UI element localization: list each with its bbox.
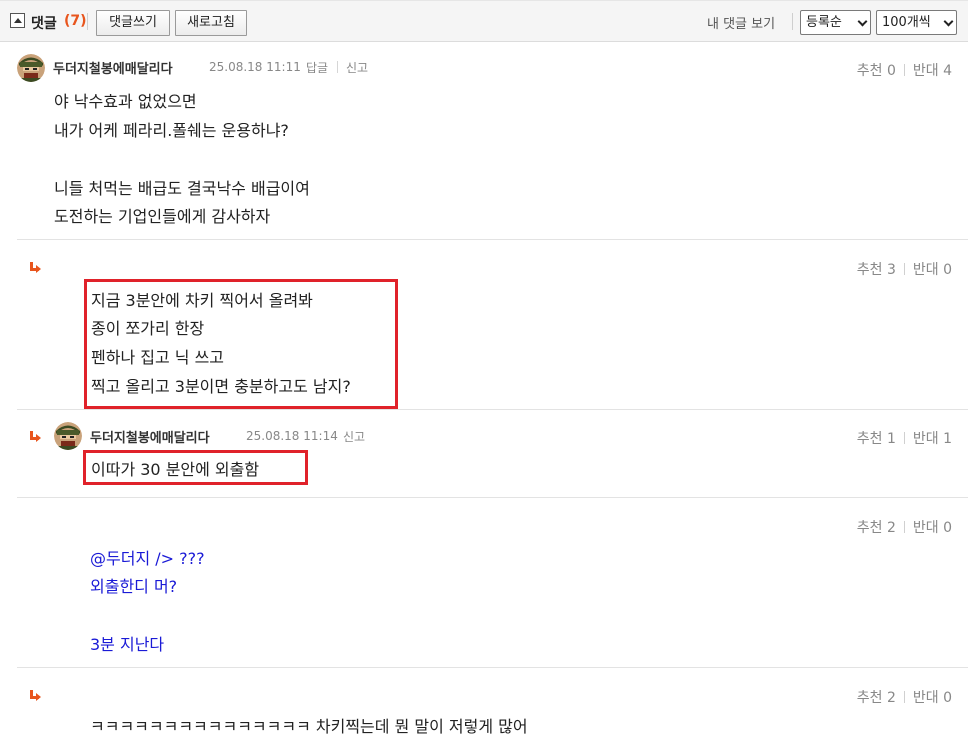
upvote-count: 1 bbox=[886, 431, 896, 447]
action-divider bbox=[337, 61, 338, 73]
sort-select[interactable]: 등록순 bbox=[800, 10, 871, 35]
comments-count: (7) bbox=[64, 13, 87, 29]
downvote-button[interactable]: 반대 0 bbox=[913, 262, 952, 278]
sort-select-value: 등록순 bbox=[806, 15, 842, 30]
upvote-count: 0 bbox=[886, 63, 896, 79]
downvote-button[interactable]: 반대 4 bbox=[913, 63, 952, 79]
report-link[interactable]: 신고 bbox=[346, 59, 368, 76]
comment-text-line: 도전하는 기업인들에게 감사하자 bbox=[54, 207, 271, 226]
downvote-button[interactable]: 반대 0 bbox=[913, 520, 952, 536]
vote-area: 추천 2 반대 0 bbox=[857, 687, 952, 707]
comment-text-line: 외출한디 머? bbox=[90, 577, 178, 596]
upvote-count: 2 bbox=[886, 520, 896, 536]
header-divider bbox=[87, 13, 88, 30]
chevron-down-icon bbox=[943, 16, 954, 27]
comment-text-line: 니들 처먹는 배급도 결국낙수 배급이여 bbox=[54, 179, 310, 198]
upvote-label: 추천 bbox=[856, 431, 883, 447]
comment-divider bbox=[17, 409, 968, 410]
downvote-count: 0 bbox=[943, 690, 952, 706]
downvote-count: 0 bbox=[943, 262, 952, 278]
downvote-count: 0 bbox=[943, 520, 952, 536]
comment-text-line: 내가 어케 페라리.폴쉐는 운용하냐? bbox=[54, 121, 289, 140]
reply-link[interactable]: 답글 bbox=[306, 59, 328, 76]
vote-area: 추천 0 반대 4 bbox=[857, 60, 952, 80]
comment-date: 25.08.18 11:11 bbox=[209, 60, 301, 74]
downvote-label: 반대 bbox=[912, 262, 939, 278]
header-divider bbox=[792, 13, 793, 30]
comment-text-line: 종이 쪼가리 한장 bbox=[91, 319, 205, 338]
avatar[interactable] bbox=[54, 422, 82, 450]
vote-divider bbox=[903, 64, 905, 76]
upvote-button[interactable]: 추천 1 bbox=[857, 431, 896, 447]
comment-date: 25.08.18 11:14 bbox=[246, 429, 338, 443]
vote-divider bbox=[903, 263, 905, 275]
downvote-label: 반대 bbox=[912, 63, 939, 79]
comment-divider bbox=[17, 497, 968, 498]
comment-text-line: 3분 지난다 bbox=[90, 635, 165, 654]
vote-area: 추천 2 반대 0 bbox=[857, 517, 952, 537]
comment-text-line: 야 낙수효과 없었으면 bbox=[54, 92, 197, 111]
downvote-button[interactable]: 반대 0 bbox=[913, 690, 952, 706]
vote-divider bbox=[903, 432, 905, 444]
comment-text-line: 찍고 올리고 3분이면 충분하고도 남지? bbox=[91, 377, 351, 396]
comment-text-line: 이따가 30 분안에 외출함 bbox=[91, 460, 260, 479]
write-comment-button[interactable]: 댓글쓰기 bbox=[96, 10, 170, 36]
reply-arrow-icon bbox=[30, 262, 41, 273]
refresh-button[interactable]: 새로고침 bbox=[175, 10, 247, 36]
reply-arrow-icon bbox=[30, 431, 41, 442]
downvote-label: 반대 bbox=[912, 690, 939, 706]
comment-text-line: 펜하나 집고 닉 쓰고 bbox=[91, 348, 225, 367]
downvote-button[interactable]: 반대 1 bbox=[913, 431, 952, 447]
comment-text-line: 지금 3분안에 차키 찍어서 올려봐 bbox=[91, 291, 313, 310]
upvote-button[interactable]: 추천 2 bbox=[857, 520, 896, 536]
collapse-toggle-icon[interactable] bbox=[10, 13, 25, 28]
upvote-label: 추천 bbox=[856, 262, 883, 278]
comments-title: 댓글 bbox=[31, 16, 57, 32]
comment-author[interactable]: 두더지철봉에매달리다 bbox=[90, 427, 210, 446]
upvote-button[interactable]: 추천 2 bbox=[857, 690, 896, 706]
reply-arrow-icon bbox=[30, 690, 41, 701]
vote-divider bbox=[903, 521, 905, 533]
comment-divider bbox=[17, 667, 968, 668]
my-comments-link[interactable]: 내 댓글 보기 bbox=[707, 13, 775, 32]
comments-header: 댓글 (7) 댓글쓰기 새로고침 내 댓글 보기 등록순 100개씩 bbox=[0, 0, 968, 42]
vote-divider bbox=[903, 691, 905, 703]
comment-text-line: ㅋㅋㅋㅋㅋㅋㅋㅋㅋㅋㅋㅋㅋㅋㅋ 차키찍는데 뭔 말이 저렇게 많어 bbox=[90, 717, 528, 736]
upvote-label: 추천 bbox=[856, 63, 883, 79]
mention-text-line: @두더지 /> ??? bbox=[90, 549, 205, 568]
avatar[interactable] bbox=[17, 54, 45, 82]
upvote-button[interactable]: 추천 3 bbox=[857, 262, 896, 278]
downvote-count: 1 bbox=[943, 431, 952, 447]
upvote-count: 3 bbox=[886, 262, 896, 278]
vote-area: 추천 3 반대 0 bbox=[857, 259, 952, 279]
downvote-label: 반대 bbox=[912, 520, 939, 536]
comment-divider bbox=[17, 239, 968, 240]
comment-author[interactable]: 두더지철봉에매달리다 bbox=[53, 58, 173, 77]
per-page-select-value: 100개씩 bbox=[882, 15, 931, 30]
upvote-button[interactable]: 추천 0 bbox=[857, 63, 896, 79]
upvote-label: 추천 bbox=[856, 520, 883, 536]
upvote-count: 2 bbox=[886, 690, 896, 706]
report-link[interactable]: 신고 bbox=[343, 428, 365, 445]
per-page-select[interactable]: 100개씩 bbox=[876, 10, 957, 35]
downvote-count: 4 bbox=[943, 63, 952, 79]
vote-area: 추천 1 반대 1 bbox=[857, 428, 952, 448]
downvote-label: 반대 bbox=[912, 431, 939, 447]
upvote-label: 추천 bbox=[856, 690, 883, 706]
chevron-down-icon bbox=[857, 16, 868, 27]
